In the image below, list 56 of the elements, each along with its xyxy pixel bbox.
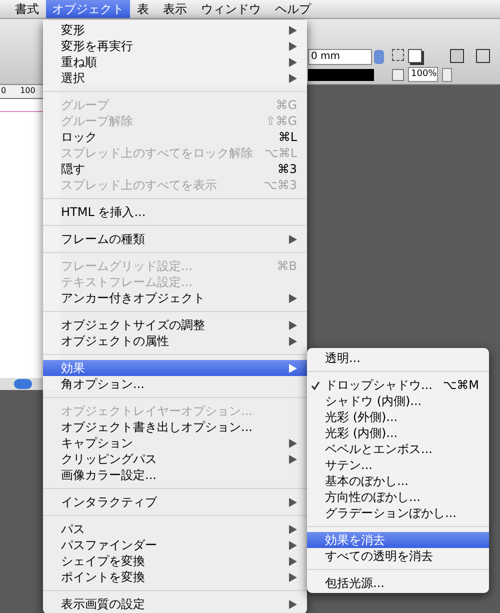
submenu-arrow-icon bbox=[289, 498, 297, 506]
menu-bar-item[interactable]: 表示 bbox=[156, 0, 194, 18]
menu-bar-item[interactable]: オブジェクト bbox=[46, 0, 130, 18]
menu-item[interactable]: ポイントを変換 bbox=[43, 569, 307, 585]
submenu-arrow-icon bbox=[289, 600, 297, 608]
menu-item[interactable]: 効果 bbox=[43, 360, 307, 376]
menu-item[interactable]: キャプション bbox=[43, 435, 307, 451]
menu-item[interactable]: 選択 bbox=[43, 70, 307, 86]
menu-item[interactable]: すべての透明を消去 bbox=[307, 548, 489, 564]
submenu-arrow-icon bbox=[289, 364, 297, 372]
menu-item[interactable]: 効果を消去 bbox=[307, 532, 489, 548]
menu-item[interactable]: 光彩 (内側)... bbox=[307, 425, 489, 441]
submenu-arrow-icon bbox=[289, 234, 297, 244]
menu-bar-item[interactable]: ヘルプ bbox=[268, 0, 318, 18]
checkmark-icon bbox=[311, 380, 320, 390]
menu-item[interactable]: シェイプを変換 bbox=[43, 553, 307, 569]
menu-item[interactable]: インタラクティブ bbox=[43, 494, 307, 510]
menu-item[interactable]: 角オプション... bbox=[43, 376, 307, 392]
menu-item[interactable]: 変形 bbox=[43, 22, 307, 38]
menu-item[interactable]: クリッピングパス bbox=[43, 451, 307, 467]
menu-item[interactable]: 包括光源... bbox=[307, 575, 489, 591]
menu-item[interactable]: 基本のぼかし... bbox=[307, 473, 489, 489]
menu-item[interactable]: グラデーションぼかし... bbox=[307, 505, 489, 521]
scroll-thumb[interactable] bbox=[14, 379, 32, 389]
menu-bar-item[interactable]: 表 bbox=[130, 0, 156, 18]
stroke-weight-field[interactable]: 0 mm bbox=[308, 49, 372, 65]
menu-item[interactable]: オブジェクトの属性 bbox=[43, 333, 307, 349]
menu-item[interactable]: 重ね順 bbox=[43, 54, 307, 70]
menu-item[interactable]: 隠す ⌘3 bbox=[43, 161, 307, 177]
menu-item[interactable]: 透明... bbox=[307, 350, 489, 366]
menu-item[interactable]: シャドウ (内側)... bbox=[307, 393, 489, 409]
menu-item[interactable]: オブジェクト書き出しオプション... bbox=[43, 419, 307, 435]
menu-item[interactable]: フレームの種類 bbox=[43, 231, 307, 247]
stroke-swatch[interactable] bbox=[308, 69, 374, 81]
frame-icon[interactable] bbox=[392, 49, 404, 61]
menu-item[interactable]: ベベルとエンボス... bbox=[307, 441, 489, 457]
menu-item[interactable]: 表示画質の設定 bbox=[43, 596, 307, 612]
menu-bar-item[interactable]: ウィンドウ bbox=[194, 0, 268, 18]
submenu-arrow-icon bbox=[289, 294, 297, 302]
opacity-field[interactable]: 100% bbox=[408, 67, 438, 82]
ruler-label: 100 bbox=[20, 85, 36, 97]
menu-item[interactable]: パスファインダー bbox=[43, 537, 307, 553]
menu-bar-item[interactable]: 書式 bbox=[8, 0, 46, 18]
menu-item[interactable]: アンカー付きオブジェクト bbox=[43, 290, 307, 306]
menu-item[interactable]: 画像カラー設定... bbox=[43, 467, 307, 483]
ruler-label: 0 bbox=[1, 85, 6, 97]
menu-item[interactable]: 方向性のぼかし... bbox=[307, 489, 489, 505]
menu-item[interactable]: パス bbox=[43, 521, 307, 537]
shadow-icon[interactable] bbox=[408, 49, 422, 63]
menu-item[interactable]: ドロップシャドウ... ⌥⌘M bbox=[307, 377, 489, 393]
menu-item[interactable]: 光彩 (外側)... bbox=[307, 409, 489, 425]
menu-item[interactable]: オブジェクトサイズの調整 bbox=[43, 317, 307, 333]
menu-item[interactable]: 変形を再実行 bbox=[43, 38, 307, 54]
menu-item[interactable]: ロック ⌘L bbox=[43, 129, 307, 145]
menu-item[interactable]: HTML を挿入... bbox=[43, 204, 307, 220]
menu-item[interactable]: サテン... bbox=[307, 457, 489, 473]
